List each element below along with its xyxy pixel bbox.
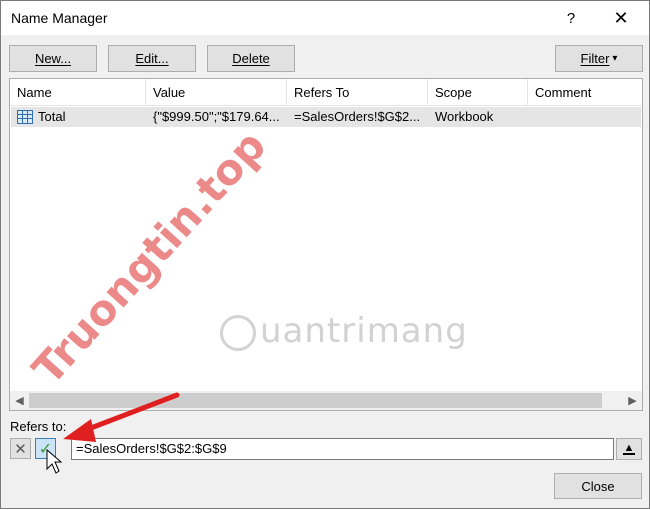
red-arrow-annotation	[63, 392, 180, 442]
annotation-overlay	[46, 392, 180, 474]
name-manager-dialog: Name Manager ? ✕ New... Edit... Delete F…	[0, 0, 650, 509]
mouse-cursor-icon	[46, 448, 63, 474]
